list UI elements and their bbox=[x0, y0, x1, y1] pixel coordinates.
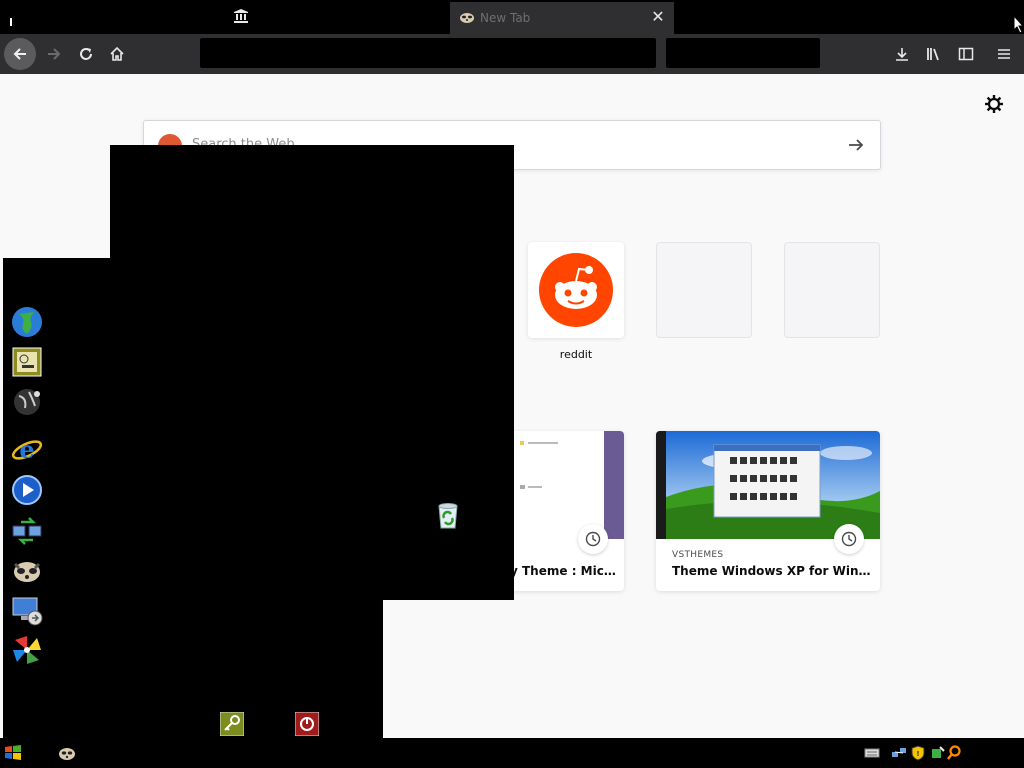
windows-xp-bliss-thumbnail bbox=[656, 431, 880, 539]
highlight-card[interactable]: VSTHEMES Theme Windows XP for Window... bbox=[656, 431, 880, 591]
tab-overflow-indicator[interactable] bbox=[10, 11, 20, 45]
top-site-empty[interactable] bbox=[656, 242, 752, 338]
pinwheel-icon[interactable] bbox=[11, 634, 43, 666]
library-icon bbox=[927, 48, 939, 61]
hamburger-menu-icon bbox=[998, 49, 1010, 59]
keyboard-icon[interactable] bbox=[864, 745, 880, 761]
media-player-icon[interactable] bbox=[11, 474, 43, 506]
svg-text:!: ! bbox=[916, 750, 919, 758]
home-button[interactable] bbox=[101, 38, 133, 70]
recycle-bin-icon[interactable] bbox=[432, 499, 464, 531]
top-site-reddit[interactable] bbox=[528, 242, 624, 338]
card-title: Theme Windows XP for Window... bbox=[672, 564, 872, 578]
back-arrow-icon bbox=[13, 48, 26, 60]
url-bar[interactable] bbox=[200, 38, 656, 68]
tab-bar: New Tab ✕ bbox=[0, 0, 1024, 45]
arrow-right-icon[interactable] bbox=[846, 135, 866, 155]
mouse-cursor-icon bbox=[1014, 16, 1024, 34]
sidebar-button[interactable] bbox=[950, 38, 982, 70]
top-site-empty[interactable] bbox=[784, 242, 880, 338]
navigation-toolbar bbox=[0, 34, 1024, 74]
search-tray-icon[interactable] bbox=[946, 745, 962, 761]
remote-desktop-icon[interactable] bbox=[11, 594, 43, 626]
tab-title: New Tab bbox=[480, 11, 531, 25]
reddit-icon bbox=[539, 253, 613, 327]
home-icon bbox=[110, 46, 124, 61]
raccoon-icon bbox=[460, 13, 474, 23]
downloads-button[interactable] bbox=[886, 38, 918, 70]
forward-button[interactable] bbox=[38, 38, 70, 70]
raccoon-icon[interactable] bbox=[11, 554, 43, 586]
safely-remove-icon[interactable] bbox=[929, 745, 945, 761]
windows-start-icon[interactable] bbox=[4, 744, 22, 762]
raccoon-icon[interactable] bbox=[58, 744, 76, 762]
tab-new-tab[interactable]: New Tab ✕ bbox=[450, 2, 674, 34]
top-site-label: reddit bbox=[559, 348, 593, 361]
search-bar[interactable] bbox=[666, 38, 820, 68]
start-menu-left-pane: e bbox=[3, 258, 383, 738]
tab-pinned[interactable] bbox=[230, 8, 252, 26]
menu-button[interactable] bbox=[988, 38, 1020, 70]
card-title: y Theme : Micr... bbox=[510, 564, 620, 578]
shutdown-icon[interactable] bbox=[295, 712, 319, 736]
taskbar: ! bbox=[0, 738, 1024, 768]
security-shield-icon[interactable]: ! bbox=[910, 745, 926, 761]
forward-arrow-icon bbox=[48, 48, 61, 60]
card-source: VSTHEMES bbox=[672, 550, 724, 560]
reload-button[interactable] bbox=[70, 38, 102, 70]
log-off-key-icon[interactable] bbox=[220, 712, 244, 736]
clock-icon bbox=[578, 524, 608, 554]
reload-icon bbox=[80, 48, 92, 60]
globe-icon[interactable] bbox=[11, 306, 43, 338]
svg-text:e: e bbox=[19, 435, 34, 464]
earth-night-icon[interactable] bbox=[11, 386, 43, 418]
internet-explorer-icon[interactable]: e bbox=[11, 434, 43, 466]
download-icon bbox=[896, 48, 908, 61]
network-icon[interactable] bbox=[891, 745, 907, 761]
back-button[interactable] bbox=[4, 38, 36, 70]
clock-icon bbox=[834, 524, 864, 554]
museum-icon bbox=[234, 9, 248, 23]
gear-icon[interactable] bbox=[984, 94, 1004, 114]
close-tab-icon[interactable]: ✕ bbox=[650, 8, 666, 26]
network-transfer-icon[interactable] bbox=[11, 514, 43, 546]
clock-tile-icon[interactable] bbox=[11, 346, 43, 378]
sidebar-icon bbox=[958, 47, 974, 61]
library-button[interactable] bbox=[918, 38, 950, 70]
